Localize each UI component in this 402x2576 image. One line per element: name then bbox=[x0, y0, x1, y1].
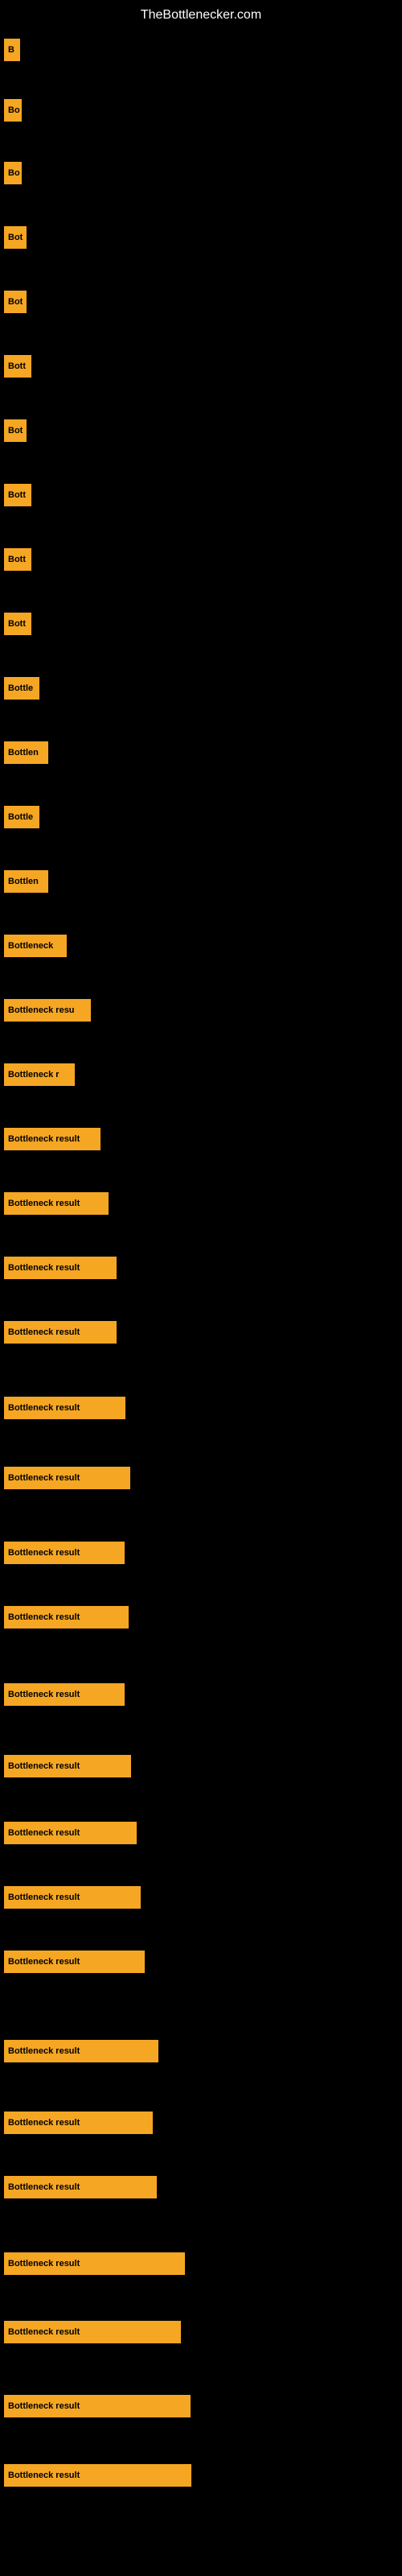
bar-label-30: Bottleneck result bbox=[4, 1886, 141, 1909]
bar-label-17: Bottleneck r bbox=[4, 1063, 75, 1086]
bar-label-35: Bottleneck result bbox=[4, 2252, 185, 2275]
bar-label-1: B bbox=[4, 39, 20, 61]
bar-item-5: Bot bbox=[4, 291, 27, 313]
bar-item-9: Bott bbox=[4, 548, 31, 571]
bar-label-34: Bottleneck result bbox=[4, 2176, 157, 2198]
bar-label-27: Bottleneck result bbox=[4, 1683, 125, 1706]
bar-label-28: Bottleneck result bbox=[4, 1755, 131, 1777]
bar-label-8: Bott bbox=[4, 484, 31, 506]
bar-item-8: Bott bbox=[4, 484, 31, 506]
bar-item-11: Bottle bbox=[4, 677, 39, 700]
bar-label-10: Bott bbox=[4, 613, 31, 635]
bar-item-25: Bottleneck result bbox=[4, 1542, 125, 1564]
bar-label-21: Bottleneck result bbox=[4, 1321, 117, 1344]
bar-item-2: Bo bbox=[4, 99, 22, 122]
bar-label-25: Bottleneck result bbox=[4, 1542, 125, 1564]
bar-label-31: Bottleneck result bbox=[4, 1951, 145, 1973]
bar-label-2: Bo bbox=[4, 99, 22, 122]
bar-label-26: Bottleneck result bbox=[4, 1606, 129, 1629]
bar-label-33: Bottleneck result bbox=[4, 2112, 153, 2134]
bar-label-12: Bottlen bbox=[4, 741, 48, 764]
bar-label-4: Bot bbox=[4, 226, 27, 249]
bar-item-7: Bot bbox=[4, 419, 27, 442]
bar-item-36: Bottleneck result bbox=[4, 2321, 181, 2343]
bar-label-29: Bottleneck result bbox=[4, 1822, 137, 1844]
bar-label-7: Bot bbox=[4, 419, 27, 442]
bar-item-37: Bottleneck result bbox=[4, 2395, 191, 2417]
bar-item-26: Bottleneck result bbox=[4, 1606, 129, 1629]
bar-item-27: Bottleneck result bbox=[4, 1683, 125, 1706]
bar-item-33: Bottleneck result bbox=[4, 2112, 153, 2134]
bar-item-22: Bottleneck result bbox=[4, 1397, 125, 1419]
bar-label-13: Bottle bbox=[4, 806, 39, 828]
bar-item-3: Bo bbox=[4, 162, 22, 184]
bar-label-5: Bot bbox=[4, 291, 27, 313]
bar-label-14: Bottlen bbox=[4, 870, 48, 893]
bar-label-24: Bottleneck result bbox=[4, 1467, 130, 1489]
bar-item-12: Bottlen bbox=[4, 741, 48, 764]
bar-item-6: Bott bbox=[4, 355, 31, 378]
bar-item-4: Bot bbox=[4, 226, 27, 249]
bars-container: B Bo Bo Bot Bot Bott Bot Bott Bott Bott Bottle Bott… bbox=[0, 27, 402, 2562]
bar-label-22: Bottleneck result bbox=[4, 1397, 125, 1419]
bar-item-1: B bbox=[4, 39, 20, 61]
bar-item-16: Bottleneck resu bbox=[4, 999, 91, 1022]
bar-label-18: Bottleneck result bbox=[4, 1128, 100, 1150]
bar-label-37: Bottleneck result bbox=[4, 2395, 191, 2417]
bar-item-31: Bottleneck result bbox=[4, 1951, 145, 1973]
bar-item-24: Bottleneck result bbox=[4, 1467, 130, 1489]
bar-label-15: Bottleneck bbox=[4, 935, 67, 957]
bar-item-10: Bott bbox=[4, 613, 31, 635]
bar-item-29: Bottleneck result bbox=[4, 1822, 137, 1844]
bar-item-15: Bottleneck bbox=[4, 935, 67, 957]
bar-label-38: Bottleneck result bbox=[4, 2464, 191, 2487]
bar-item-38: Bottleneck result bbox=[4, 2464, 191, 2487]
bar-item-14: Bottlen bbox=[4, 870, 48, 893]
bar-item-13: Bottle bbox=[4, 806, 39, 828]
bar-item-17: Bottleneck r bbox=[4, 1063, 75, 1086]
bar-label-11: Bottle bbox=[4, 677, 39, 700]
bar-item-21: Bottleneck result bbox=[4, 1321, 117, 1344]
bar-label-19: Bottleneck result bbox=[4, 1192, 109, 1215]
bar-label-9: Bott bbox=[4, 548, 31, 571]
bar-item-32: Bottleneck result bbox=[4, 2040, 158, 2062]
bar-item-19: Bottleneck result bbox=[4, 1192, 109, 1215]
bar-label-6: Bott bbox=[4, 355, 31, 378]
bar-label-3: Bo bbox=[4, 162, 22, 184]
bar-item-18: Bottleneck result bbox=[4, 1128, 100, 1150]
bar-label-16: Bottleneck resu bbox=[4, 999, 91, 1022]
bar-item-35: Bottleneck result bbox=[4, 2252, 185, 2275]
bar-label-36: Bottleneck result bbox=[4, 2321, 181, 2343]
bar-label-20: Bottleneck result bbox=[4, 1257, 117, 1279]
bar-item-34: Bottleneck result bbox=[4, 2176, 157, 2198]
site-title: TheBottlenecker.com bbox=[0, 0, 402, 27]
bar-item-30: Bottleneck result bbox=[4, 1886, 141, 1909]
bar-item-20: Bottleneck result bbox=[4, 1257, 117, 1279]
bar-item-28: Bottleneck result bbox=[4, 1755, 131, 1777]
page-wrapper: TheBottlenecker.com B Bo Bo Bot Bot Bott Bot Bo… bbox=[0, 0, 402, 2576]
bar-label-32: Bottleneck result bbox=[4, 2040, 158, 2062]
